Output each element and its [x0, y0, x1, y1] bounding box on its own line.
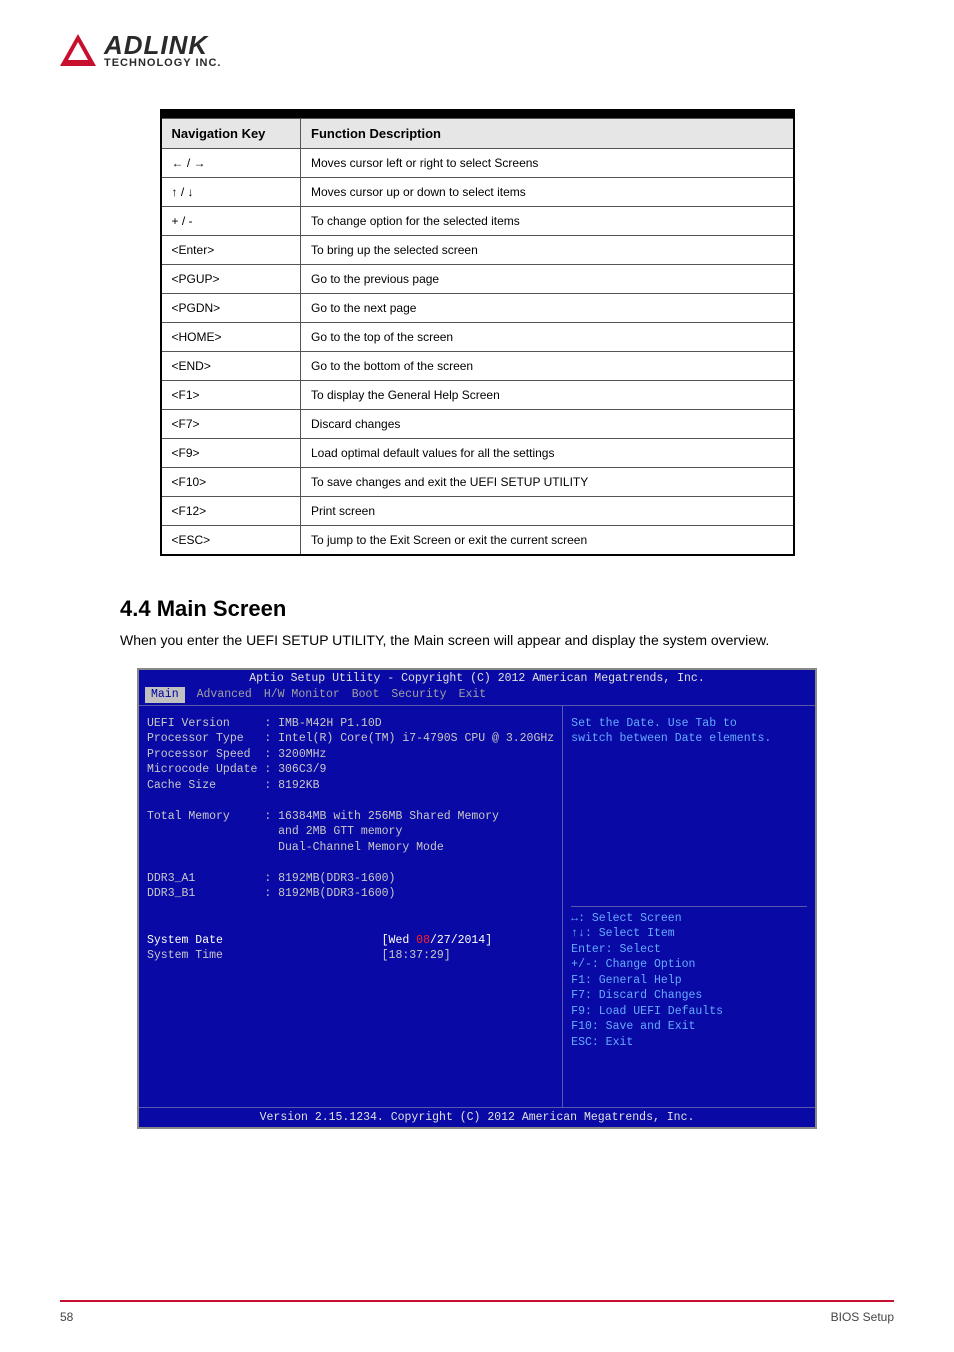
table-row: <HOME>Go to the top of the screen [161, 322, 794, 351]
section-paragraph: When you enter the UEFI SETUP UTILITY, t… [120, 632, 894, 648]
table-header-key: Navigation Key [161, 118, 301, 148]
bios-footer: Version 2.15.1234. Copyright (C) 2012 Am… [139, 1107, 815, 1128]
table-row: ↑ / ↓Moves cursor up or down to select i… [161, 177, 794, 206]
navigation-key-table: Navigation Key Function Description ← / … [160, 109, 795, 556]
page-number: 58 [60, 1310, 73, 1324]
bios-tab-main: Main [145, 687, 185, 703]
table-row: <ESC>To jump to the Exit Screen or exit … [161, 525, 794, 555]
section-heading-main-screen: 4.4 Main Screen [120, 596, 894, 622]
bios-tab-advanced: Advanced [197, 687, 252, 703]
bios-date-selected: 08 [416, 934, 430, 947]
table-row: <F12>Print screen [161, 496, 794, 525]
bios-tab-boot: Boot [352, 687, 380, 703]
bios-system-time-label: System Time [147, 949, 223, 962]
bios-title: Aptio Setup Utility - Copyright (C) 2012… [139, 670, 815, 688]
logo-icon [60, 34, 96, 66]
table-row: <END>Go to the bottom of the screen [161, 351, 794, 380]
table-row: <F10>To save changes and exit the UEFI S… [161, 467, 794, 496]
table-row: <F7>Discard changes [161, 409, 794, 438]
bios-screen: Aptio Setup Utility - Copyright (C) 2012… [139, 670, 815, 1128]
bios-left-panel: UEFI Version : IMB-M42H P1.10D Processor… [139, 706, 563, 1107]
table-row: <PGDN>Go to the next page [161, 293, 794, 322]
table-row: <F9>Load optimal default values for all … [161, 438, 794, 467]
table-row: <Enter>To bring up the selected screen [161, 235, 794, 264]
logo-sub: TECHNOLOGY INC. [104, 57, 221, 69]
bios-system-time-value: [18:37:29] [382, 949, 451, 962]
logo-area: ADLINK TECHNOLOGY INC. [60, 30, 894, 69]
bios-tab-security: Security [391, 687, 446, 703]
bios-tab-exit: Exit [459, 687, 487, 703]
table-row: + / -To change option for the selected i… [161, 206, 794, 235]
page-footer-title: BIOS Setup [831, 1310, 894, 1324]
footer-rule [60, 1300, 894, 1302]
bios-body: UEFI Version : IMB-M42H P1.10D Processor… [139, 705, 815, 1107]
bios-system-date-label: System Date [147, 934, 223, 947]
table-row: ← / →Moves cursor left or right to selec… [161, 148, 794, 177]
page: ADLINK TECHNOLOGY INC. Navigation Key Fu… [0, 0, 954, 1352]
table-row: <PGUP>Go to the previous page [161, 264, 794, 293]
bios-tab-hwmonitor: H/W Monitor [264, 687, 340, 703]
bios-tabs: Main Advanced H/W Monitor Boot Security … [139, 687, 815, 705]
bios-screenshot: Aptio Setup Utility - Copyright (C) 2012… [137, 668, 817, 1130]
logo-text: ADLINK TECHNOLOGY INC. [104, 30, 221, 69]
table-header-desc: Function Description [301, 118, 794, 148]
table-row: <F1>To display the General Help Screen [161, 380, 794, 409]
bios-right-panel: Set the Date. Use Tab to switch between … [563, 706, 815, 1107]
